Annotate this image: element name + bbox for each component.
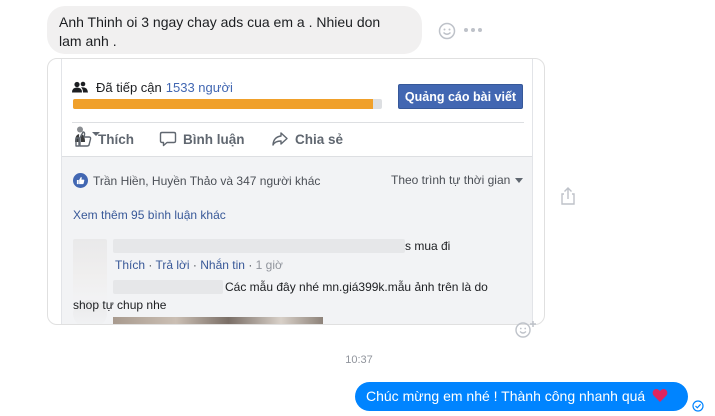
- more-icon[interactable]: [463, 23, 483, 37]
- incoming-message-line-1: Anh Thinh oi 3 ngay chay ads cua em a . …: [59, 14, 381, 30]
- view-more-comments-link[interactable]: Xem thêm 95 bình luận khác: [73, 208, 226, 222]
- comment-actions: Thích · Trả lời · Nhắn tin · 1 giờ: [115, 258, 283, 272]
- comments-section: Trần Hiền, Huyền Thảo và 347 người khác …: [62, 157, 533, 324]
- comment-icon: [159, 131, 177, 147]
- comment-button[interactable]: Bình luận: [159, 130, 245, 148]
- like-icon: [75, 131, 92, 147]
- reach-progress-fill: [73, 99, 373, 109]
- comment-text: Các mẫu đây nhé mn.giá399k.mẫu ảnh trên …: [225, 280, 488, 294]
- divider: [72, 122, 524, 123]
- share-button[interactable]: Chia sẻ: [271, 130, 343, 148]
- comment-item: Các mẫu đây nhé mn.giá399k.mẫu ảnh trên …: [73, 280, 533, 324]
- outgoing-message-bubble: Chúc mừng em nhé ! Thành công nhanh quá: [355, 382, 688, 411]
- comment-photos[interactable]: [113, 317, 323, 324]
- blurred-commenter-name: [113, 239, 405, 253]
- shared-post-card[interactable]: Đã tiếp cận 1533 người Quảng cáo bài viế…: [47, 58, 545, 325]
- reach-count[interactable]: 1533 người: [166, 80, 233, 95]
- comment-time: 1 giờ: [255, 258, 283, 272]
- blurred-commenter-name: [113, 280, 223, 294]
- comment-order-label: Theo trình tự thời gian: [391, 173, 511, 187]
- post-actions-bar: Thích Bình luận Chia sẻ: [72, 125, 524, 155]
- seen-icon: [692, 400, 704, 412]
- comment-text-continued: shop tự chup nhe: [73, 298, 167, 312]
- reach-info: Đã tiếp cận 1533 người: [72, 78, 233, 96]
- share-icon: [272, 132, 288, 146]
- reach-label: Đã tiếp cận: [96, 79, 162, 95]
- reach-progress-bar: [73, 99, 382, 109]
- facebook-post-screenshot: Đã tiếp cận 1533 người Quảng cáo bài viế…: [61, 59, 533, 324]
- incoming-message-line-2: lam anh .: [59, 33, 117, 49]
- boost-post-button[interactable]: Quảng cáo bài viết: [398, 84, 523, 109]
- incoming-message-bubble: Anh Thinh oi 3 ngay chay ads cua em a . …: [47, 6, 422, 54]
- share-label: Chia sẻ: [295, 131, 344, 147]
- outgoing-message-text: Chúc mừng em nhé ! Thành công nhanh quá: [366, 388, 646, 404]
- comment-order-dropdown[interactable]: Theo trình tự thời gian: [391, 173, 524, 187]
- comment-text: s mua đi: [405, 239, 451, 253]
- like-reaction-icon: [73, 173, 88, 188]
- like-label: Thích: [98, 131, 134, 147]
- reactions-summary[interactable]: Trần Hiền, Huyền Thảo và 347 người khác: [73, 173, 320, 188]
- people-icon: [72, 81, 88, 93]
- heart-icon: [652, 389, 668, 403]
- share-upload-icon[interactable]: [559, 186, 577, 206]
- message-timestamp: 10:37: [345, 354, 373, 366]
- comment-label: Bình luận: [183, 131, 245, 147]
- comment-message-link[interactable]: Nhắn tin: [200, 258, 245, 272]
- comment-reply-link[interactable]: Trả lời: [155, 258, 189, 272]
- chevron-down-icon: [515, 177, 524, 183]
- add-reaction-icon[interactable]: [514, 319, 538, 339]
- reactions-text: Trần Hiền, Huyền Thảo và 347 người khác: [93, 173, 321, 188]
- smile-icon[interactable]: [438, 22, 456, 40]
- comment-like-link[interactable]: Thích: [115, 258, 145, 272]
- like-button[interactable]: Thích: [74, 130, 134, 148]
